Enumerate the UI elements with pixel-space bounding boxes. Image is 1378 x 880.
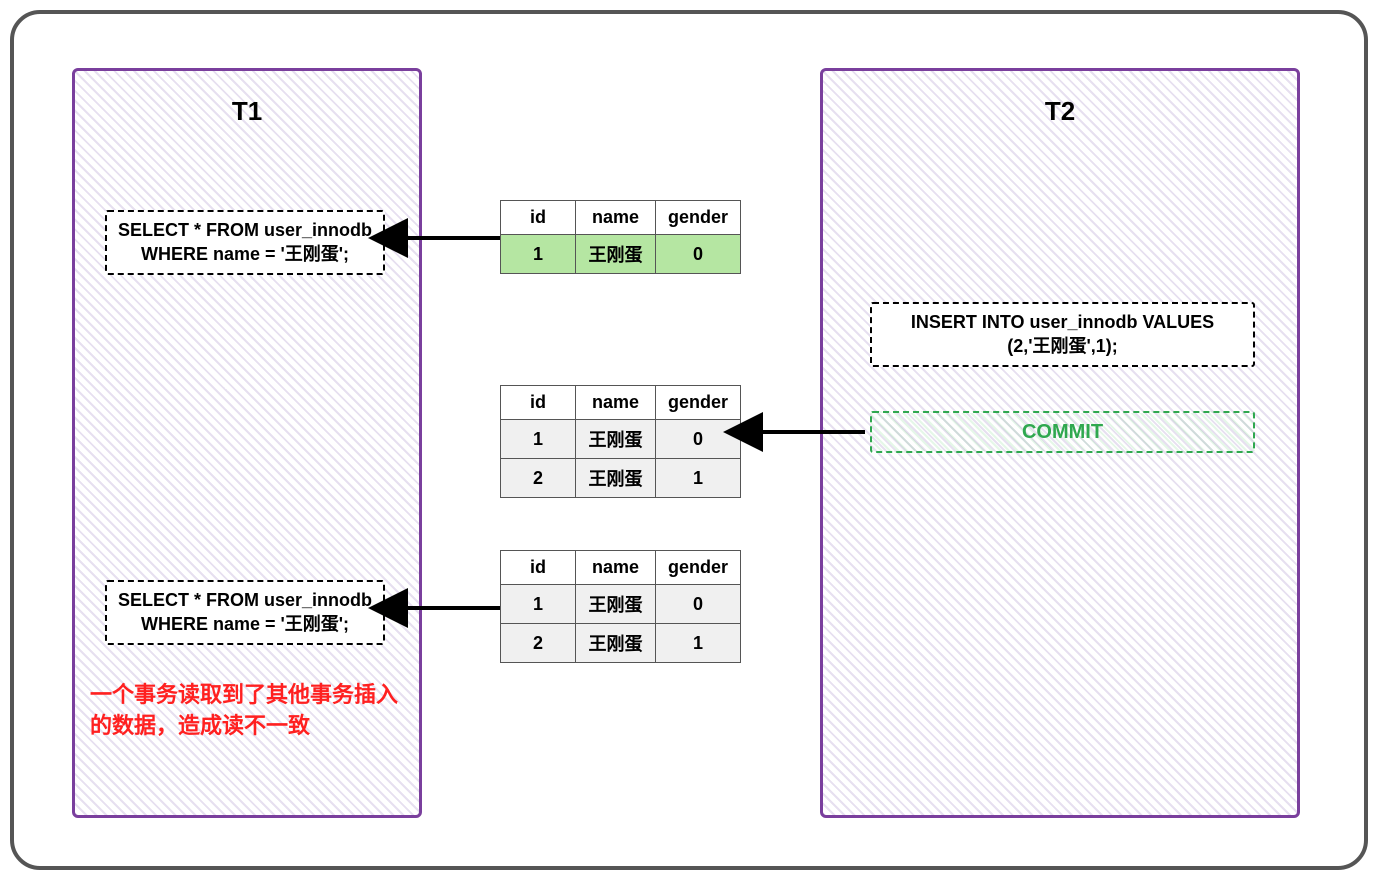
t2-title: T2: [823, 96, 1297, 127]
sql-insert-line1: INSERT INTO user_innodb VALUES: [880, 310, 1245, 334]
sql-insert-line2: (2,'王刚蛋',1);: [880, 334, 1245, 358]
th-id: id: [501, 201, 576, 235]
th-gender: gender: [656, 201, 741, 235]
th-gender: gender: [656, 551, 741, 585]
sql-select-1-line2: WHERE name = '王刚蛋';: [115, 242, 375, 266]
th-id: id: [501, 551, 576, 585]
table-row: 2 王刚蛋 1: [501, 624, 741, 663]
table-row: 1 王刚蛋 0: [501, 585, 741, 624]
result-table-3: id name gender 1 王刚蛋 0 2 王刚蛋 1: [500, 550, 741, 663]
table-row: 2 王刚蛋 1: [501, 459, 741, 498]
sql-select-2-line2: WHERE name = '王刚蛋';: [115, 612, 375, 636]
sql-select-2: SELECT * FROM user_innodb WHERE name = '…: [105, 580, 385, 645]
result-table-1: id name gender 1 王刚蛋 0: [500, 200, 741, 274]
sql-select-1-line1: SELECT * FROM user_innodb: [115, 218, 375, 242]
commit-box: COMMIT: [870, 411, 1255, 453]
result-table-2: id name gender 1 王刚蛋 0 2 王刚蛋 1: [500, 385, 741, 498]
commit-label: COMMIT: [1022, 421, 1103, 443]
th-name: name: [576, 551, 656, 585]
th-name: name: [576, 386, 656, 420]
t1-title: T1: [75, 96, 419, 127]
table-row: 1 王刚蛋 0: [501, 235, 741, 274]
sql-insert: INSERT INTO user_innodb VALUES (2,'王刚蛋',…: [870, 302, 1255, 367]
sql-select-2-line1: SELECT * FROM user_innodb: [115, 588, 375, 612]
sql-select-1: SELECT * FROM user_innodb WHERE name = '…: [105, 210, 385, 275]
th-id: id: [501, 386, 576, 420]
th-gender: gender: [656, 386, 741, 420]
diagram-canvas: T1 T2 SELECT * FROM user_innodb WHERE na…: [0, 0, 1378, 880]
table-row: 1 王刚蛋 0: [501, 420, 741, 459]
warning-text: 一个事务读取到了其他事务插入的数据，造成读不一致: [90, 680, 410, 742]
th-name: name: [576, 201, 656, 235]
